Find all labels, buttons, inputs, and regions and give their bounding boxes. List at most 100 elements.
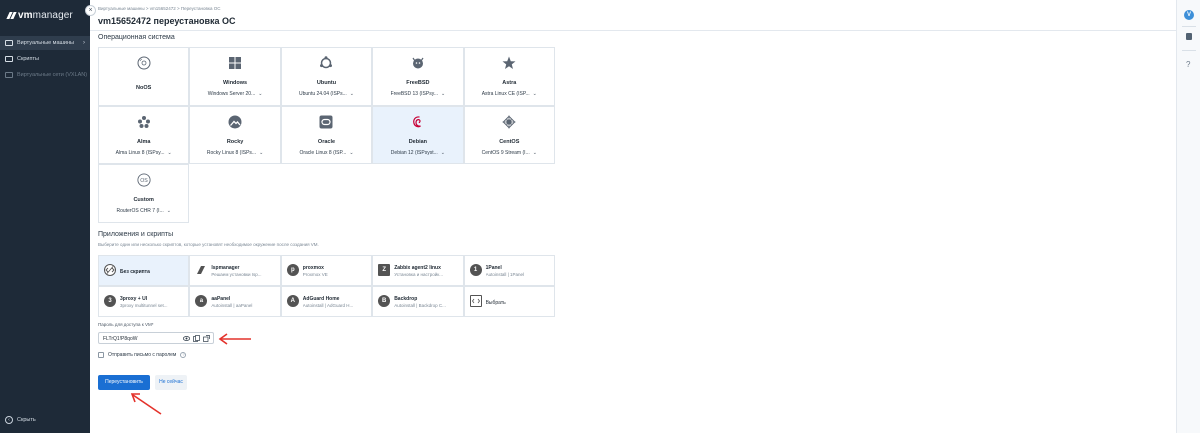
- script-name: 3proxy + UI: [120, 296, 148, 302]
- send-email-label[interactable]: Отправить письмо с паролем: [108, 352, 176, 358]
- ubuntu-icon: [319, 56, 333, 70]
- page-title: vm15652472 переустановка ОС: [98, 16, 236, 26]
- password-field[interactable]: FLTrQ1!P8qoW: [98, 332, 214, 344]
- chevron-down-icon: ⌄: [259, 149, 264, 156]
- os-version-select[interactable]: RouterOS CHR 7 (I... ⌄: [99, 208, 188, 214]
- os-version-select[interactable]: Alma Linux 8 (ISPsy... ⌄: [99, 150, 188, 156]
- rail-divider: [1182, 26, 1196, 27]
- os-card-oracle[interactable]: Oracle Oracle Linux 8 (ISP... ⌄: [280, 105, 373, 164]
- sidebar-item-vms[interactable]: Виртуальные машины ›: [0, 36, 90, 50]
- sidebar-item-scripts[interactable]: Скрипты: [0, 52, 90, 66]
- os-name: Alma: [136, 138, 151, 145]
- breadcrumb[interactable]: Виртуальные машины > vm15652472 > Переус…: [98, 6, 221, 11]
- os-version-select[interactable]: Debian 12 (ISPsyst... ⌄: [373, 150, 462, 156]
- icon-letter: a: [199, 298, 204, 304]
- close-sidebar-button[interactable]: ×: [85, 5, 96, 16]
- sidebar-item-label: Скрипты: [17, 56, 39, 62]
- script-card-proxmox[interactable]: p proxmox Proxmox VE: [280, 255, 373, 286]
- script-card-1panel[interactable]: 1 1Panel Autoinstall | 1Panel: [463, 255, 555, 286]
- os-version-value: Debian 12 (ISPsyst...: [390, 149, 438, 156]
- script-card-none[interactable]: Без скрипта: [98, 255, 190, 286]
- right-rail: V ?: [1176, 0, 1200, 433]
- script-card-ispmanager[interactable]: Ispmanager Решаем установки Isp...: [189, 255, 281, 286]
- icon-letter: A: [290, 298, 295, 304]
- scripts-icon: [5, 56, 13, 62]
- app-logo[interactable]: vm manager: [6, 10, 73, 21]
- os-card-noos[interactable]: NoOS: [98, 47, 190, 106]
- sidebar: vm manager Виртуальные машины › Скрипты В…: [0, 0, 90, 433]
- script-description: 3proxy multitunnel set...: [120, 303, 168, 308]
- header-divider: [90, 30, 1176, 31]
- network-icon: [5, 72, 13, 78]
- os-version-select[interactable]: Windows Server 20... ⌄: [190, 91, 279, 97]
- aapanel-icon: a: [195, 295, 208, 307]
- os-card-astra[interactable]: Astra Astra Linux CE (ISP... ⌄: [463, 47, 555, 106]
- windows-icon: [228, 56, 242, 70]
- icon-letter: p: [290, 267, 295, 273]
- user-avatar[interactable]: V: [1184, 10, 1194, 20]
- script-name: Zabbix agent2 linux: [394, 265, 441, 271]
- rocky-icon: [228, 115, 242, 129]
- script-card-3proxy[interactable]: 3 3proxy + UI 3proxy multitunnel set...: [98, 286, 190, 317]
- os-name: Debian: [408, 138, 428, 145]
- send-email-checkbox[interactable]: [98, 352, 104, 358]
- os-card-ubuntu[interactable]: Ubuntu Ubuntu 24.04 (ISPs... ⌄: [280, 47, 373, 106]
- os-card-custom[interactable]: OS Custom RouterOS CHR 7 (I... ⌄: [98, 164, 190, 223]
- sidebar-item-vxlan[interactable]: Виртуальные сети (VXLAN): [0, 68, 90, 82]
- os-version-select[interactable]: CentOS 9 Stream (I... ⌄: [465, 150, 554, 156]
- sidebar-hide-button[interactable]: ‹ Скрыть: [5, 416, 36, 424]
- alma-icon: [137, 115, 151, 129]
- os-card-alma[interactable]: Alma Alma Linux 8 (ISPsy... ⌄: [98, 105, 190, 164]
- send-email-row: Отправить письмо с паролем ?: [98, 352, 187, 358]
- os-version-select[interactable]: Ubuntu 24.04 (ISPs... ⌄: [282, 91, 371, 97]
- password-value[interactable]: FLTrQ1!P8qoW: [103, 336, 137, 342]
- sidebar-item-label: Виртуальные машины: [17, 40, 74, 46]
- reinstall-button[interactable]: Переустановить: [98, 375, 150, 390]
- scripts-section-subtitle: Выберите один или несколько скриптов, ко…: [98, 242, 319, 247]
- os-version-value: CentOS 9 Stream (I...: [481, 149, 530, 156]
- os-version-select[interactable]: FreeBSD 13 (ISPsy... ⌄: [373, 91, 462, 97]
- logo-mark-icon: [6, 12, 17, 19]
- os-card-debian[interactable]: Debian Debian 12 (ISPsyst... ⌄: [372, 105, 464, 164]
- script-card-adguard[interactable]: A AdGuard Home Autoinstall | AdGuard H..…: [280, 286, 373, 317]
- astra-icon: [502, 56, 516, 70]
- rail-divider: [1182, 50, 1196, 51]
- os-name: Oracle: [317, 138, 336, 145]
- os-version-value: FreeBSD 13 (ISPsy...: [390, 91, 438, 97]
- choose-script-icon: [469, 295, 482, 307]
- os-card-windows[interactable]: Windows Windows Server 20... ⌄: [189, 47, 281, 106]
- os-version-select[interactable]: Astra Linux CE (ISP... ⌄: [465, 91, 554, 97]
- script-name: Без скрипта: [120, 269, 150, 275]
- script-card-zabbix[interactable]: Z Zabbix agent2 linux Установка и настро…: [372, 255, 464, 286]
- icon-letter: B: [382, 298, 387, 304]
- script-description: Autoinstall | Backdrop C...: [394, 303, 446, 308]
- chevron-down-icon: ⌄: [532, 91, 537, 97]
- os-version-select[interactable]: Rocky Linux 8 (ISPs... ⌄: [190, 150, 279, 156]
- chevron-down-icon: ⌄: [349, 149, 354, 156]
- os-card-freebsd[interactable]: FreeBSD FreeBSD 13 (ISPsy... ⌄: [372, 47, 464, 106]
- script-card-choose[interactable]: Выбрать: [463, 286, 555, 317]
- eye-icon[interactable]: [182, 335, 191, 342]
- script-name: 1Panel: [485, 265, 502, 271]
- freebsd-icon: [411, 56, 425, 70]
- script-card-aapanel[interactable]: a aaPanel Autoinstall | aaPanel: [189, 286, 281, 317]
- not-now-button[interactable]: Не сейчас: [155, 375, 187, 390]
- close-icon: ×: [88, 7, 93, 14]
- book-icon[interactable]: [1186, 33, 1192, 40]
- sidebar-hide-label: Скрыть: [17, 417, 36, 423]
- generate-icon[interactable]: [203, 335, 210, 342]
- os-card-rocky[interactable]: Rocky Rocky Linux 8 (ISPs... ⌄: [189, 105, 281, 164]
- os-name: CentOS: [499, 138, 520, 145]
- icon-letter: 1: [473, 267, 478, 273]
- chevron-down-icon: ⌄: [166, 208, 171, 214]
- proxmox-icon: p: [286, 264, 299, 276]
- script-description: Autoinstall | 1Panel: [485, 272, 525, 277]
- logo-text-bold: vm: [18, 10, 33, 21]
- os-version-select[interactable]: Oracle Linux 8 (ISP... ⌄: [282, 150, 371, 156]
- os-card-centos[interactable]: CentOS CentOS 9 Stream (I... ⌄: [463, 105, 555, 164]
- scripts-section-title: Приложения и скрипты: [98, 231, 174, 238]
- help-icon[interactable]: ?: [1186, 60, 1190, 69]
- script-card-backdrop[interactable]: B Backdrop Autoinstall | Backdrop C...: [372, 286, 464, 317]
- copy-icon[interactable]: [193, 335, 200, 342]
- info-icon[interactable]: ?: [180, 352, 187, 358]
